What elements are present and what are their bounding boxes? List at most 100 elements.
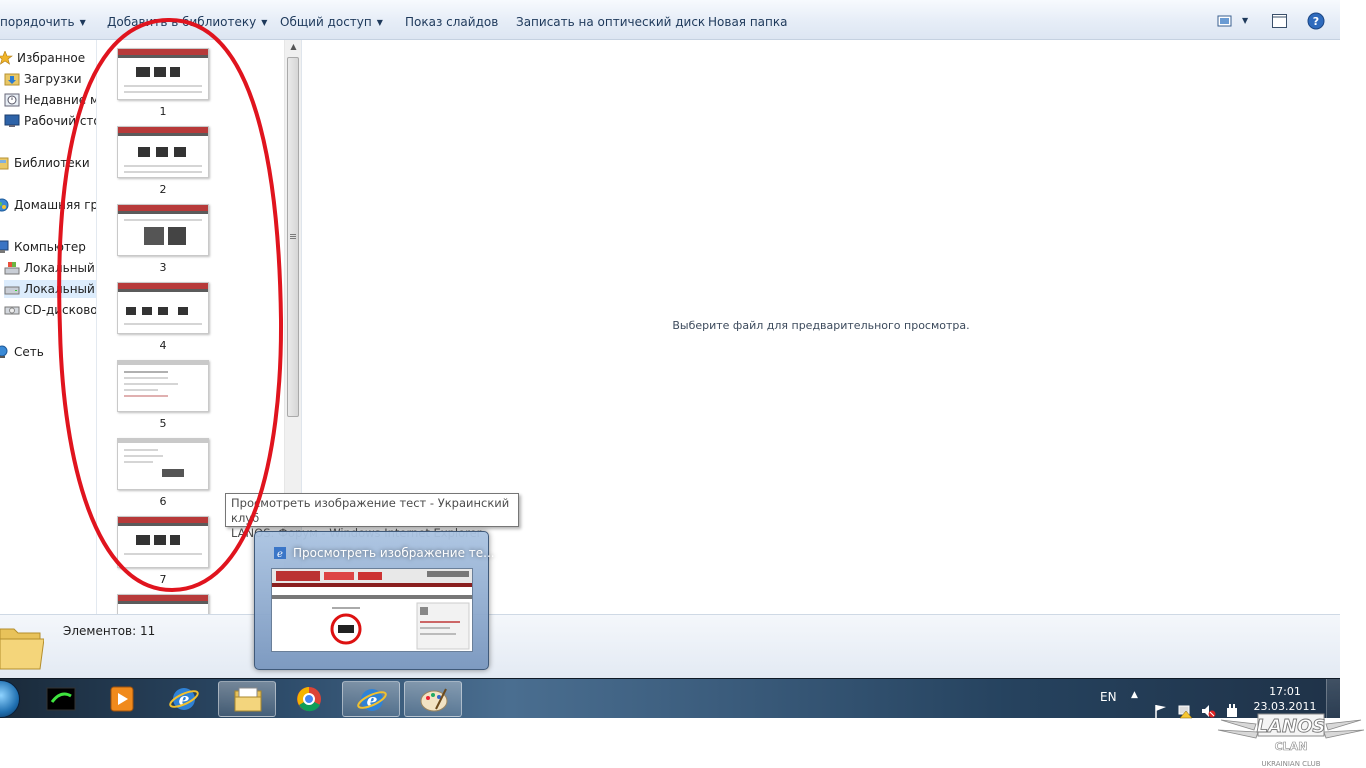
share-button[interactable]: Общий доступ ▼ [280,13,383,31]
add-to-library-label: Добавить в библиотеку [107,15,257,29]
slideshow-label: Показ слайдов [405,15,499,29]
nav-favorites-label: Избранное [17,51,86,65]
cd-drive-icon [4,306,20,315]
internet-explorer-icon: e [169,688,199,710]
preview-pane-icon[interactable] [1271,12,1289,30]
nav-network-label: Сеть [14,345,44,359]
system-drive-icon [4,262,20,275]
media-player-icon [110,686,134,712]
show-hidden-icons-icon[interactable]: ▲ [1131,690,1138,730]
svg-text:LANOS: LANOS [1257,716,1326,737]
taskbar-app-ie[interactable]: e [155,681,213,717]
new-folder-button[interactable]: Новая папка [708,13,787,31]
list-item[interactable]: 2 [117,126,209,196]
chevron-down-icon: ▼ [79,18,86,27]
svg-text:?: ? [1313,15,1319,28]
view-dropdown-icon[interactable]: ▼ [1242,12,1248,30]
nav-homegroup-label: Домашняя гру [14,198,97,212]
volume-muted-icon[interactable] [1200,691,1216,731]
window-edge [1340,0,1366,678]
nav-local-disk-d[interactable]: Локальный д [4,280,96,298]
libraries-icon [0,157,9,170]
organize-button[interactable]: порядочить ▼ [0,13,86,31]
svg-text:e: e [277,549,283,560]
taskbar-app-ie-active[interactable]: e [342,681,400,717]
file-name: 5 [159,417,167,430]
network-icon [0,345,8,358]
taskbar-app-razer[interactable] [32,681,90,717]
item-count: Элементов: 11 [63,624,156,638]
nav-downloads-label: Загрузки [24,72,82,86]
chrome-icon [297,687,321,712]
star-icon [0,51,13,65]
ie-window-icon: e [274,547,286,560]
preview-message: Выберите файл для предварительного просм… [672,319,970,332]
burn-button[interactable]: Записать на оптический диск [516,13,705,31]
clock-time: 17:01 [1269,685,1301,698]
scrollbar-thumb[interactable] [287,57,299,417]
recent-places-icon [4,93,20,107]
action-center-flag-icon[interactable] [1153,691,1169,731]
nav-favorites[interactable]: Избранное [0,49,85,67]
file-name: 1 [159,105,167,118]
thumbnail-image [117,204,209,256]
language-indicator[interactable]: EN [1100,690,1117,730]
new-folder-label: Новая папка [708,15,788,29]
list-item[interactable]: 4 [117,282,209,352]
file-name: 3 [159,261,167,274]
nav-homegroup[interactable]: Домашняя гру [0,196,97,214]
nav-cdrom[interactable]: CD-дисковод [4,301,97,319]
nav-local-disk-d-label: Локальный д [24,282,96,296]
help-icon[interactable]: ? [1307,12,1325,30]
nav-local-disk-c[interactable]: Локальный д [4,259,96,277]
thumbnail-image [117,126,209,178]
start-button[interactable] [0,680,20,718]
razer-icon [46,687,76,711]
lanos-clan-logo: LANOS CLAN UKRAINIAN CLUB [1217,713,1365,768]
nav-desktop[interactable]: Рабочий сто [4,112,96,130]
nav-computer[interactable]: Компьютер [0,238,86,256]
drive-icon [4,286,20,295]
nav-cdrom-label: CD-дисковод [24,303,97,317]
explorer-toolbar: порядочить ▼ Добавить в библиотеку ▼ Общий… [0,0,1340,40]
list-item[interactable]: 3 [117,204,209,274]
paint-palette-icon [420,688,448,712]
list-item[interactable]: 7 [117,516,209,586]
explorer-folder-icon [234,687,262,712]
file-name: 2 [159,183,167,196]
folder-icon [0,628,44,670]
nav-local-disk-c-label: Локальный д [24,261,96,275]
thumbnail-image [117,516,209,568]
taskbar-app-chrome[interactable] [280,681,338,717]
scroll-up-icon[interactable]: ▲ [288,42,299,52]
file-name: 7 [159,573,167,586]
language-label: EN [1100,690,1117,704]
taskbar-app-explorer[interactable] [218,681,276,717]
nav-libraries[interactable]: Библиотеки [0,154,90,172]
list-item[interactable]: 5 [117,360,209,430]
add-to-library-button[interactable]: Добавить в библиотеку ▼ [107,13,267,31]
list-item[interactable]: 8 [117,594,209,614]
grip-icon [290,234,296,235]
file-name: 4 [159,339,167,352]
nav-network[interactable]: Сеть [0,343,44,361]
window-snapshot [271,568,473,652]
svg-text:CLAN: CLAN [1275,740,1308,753]
thumbnail-image [117,594,209,614]
slideshow-button[interactable]: Показ слайдов [405,13,498,31]
nav-computer-label: Компьютер [14,240,86,254]
homegroup-icon [0,198,9,212]
nav-downloads[interactable]: Загрузки [4,70,82,88]
file-name: 6 [159,495,167,508]
network-warning-icon[interactable] [1177,691,1193,731]
taskbar: e e EN ▲ 17:01 23.03.2011 [0,678,1340,719]
taskbar-app-paint[interactable] [404,681,462,717]
change-view-icon[interactable] [1217,12,1235,30]
taskbar-thumbnail-preview[interactable]: e Просмотреть изображение те... [254,531,495,670]
tooltip-line-1: Просмотреть изображение тест - Украински… [231,496,510,525]
nav-recent[interactable]: Недавние м [4,91,96,109]
list-item[interactable]: 6 [117,438,209,508]
list-item[interactable]: 1 [117,48,209,118]
taskbar-app-media-player[interactable] [93,681,151,717]
popup-window-title: Просмотреть изображение те... [293,546,495,560]
